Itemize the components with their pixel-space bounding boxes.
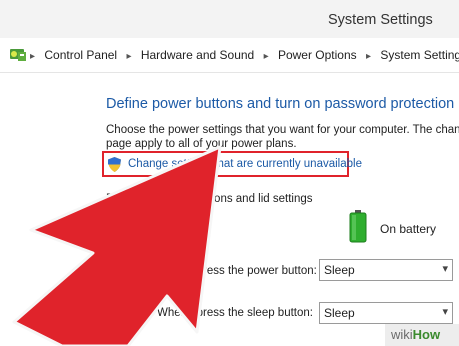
main-content: Define power buttons and turn on passwor… bbox=[0, 73, 459, 346]
change-settings-highlight: Change settings that are currently unava… bbox=[102, 151, 362, 177]
title-bar: System Settings bbox=[0, 0, 459, 38]
page-heading: Define power buttons and turn on passwor… bbox=[106, 96, 455, 112]
chevron-down-icon: ▾ bbox=[442, 306, 448, 318]
breadcrumb-system-settings[interactable]: System Settings bbox=[380, 48, 459, 62]
sleep-button-label: When I press the sleep button: bbox=[157, 307, 313, 319]
breadcrumb-power-options[interactable]: Power Options bbox=[278, 48, 357, 62]
breadcrumb-hardware-and-sound[interactable]: Hardware and Sound bbox=[141, 48, 254, 62]
breadcrumb-separator-icon: ▸ bbox=[126, 51, 132, 62]
description-line-2: page apply to all of your power plans. bbox=[106, 138, 297, 150]
sleep-button-icon bbox=[122, 307, 134, 321]
page-description: Choose the power settings that you want … bbox=[106, 123, 459, 151]
window-title: System Settings bbox=[328, 12, 433, 28]
breadcrumb: ▸ Control Panel ▸ Hardware and Sound ▸ P… bbox=[30, 48, 459, 62]
power-button-label: When I press the power button: bbox=[157, 265, 317, 277]
sleep-button-select[interactable]: Sleep ▾ bbox=[319, 302, 453, 324]
control-panel-icon bbox=[10, 49, 26, 61]
on-battery-label: On battery bbox=[380, 222, 437, 236]
section-label: Power and sleep buttons and lid settings bbox=[106, 193, 313, 205]
description-line-1: Choose the power settings that you want … bbox=[106, 124, 459, 136]
breadcrumb-separator-icon: ▸ bbox=[30, 51, 36, 62]
sleep-button-select-value: Sleep bbox=[324, 306, 355, 320]
wikihow-watermark: wikiHow bbox=[385, 324, 459, 346]
uac-shield-icon bbox=[108, 157, 121, 172]
breadcrumb-control-panel[interactable]: Control Panel bbox=[44, 48, 117, 62]
power-button-select-value: Sleep bbox=[324, 263, 355, 277]
watermark-how: How bbox=[412, 327, 441, 342]
breadcrumb-separator-icon: ▸ bbox=[263, 51, 269, 62]
address-bar[interactable]: ▸ Control Panel ▸ Hardware and Sound ▸ P… bbox=[0, 38, 459, 73]
power-button-select[interactable]: Sleep ▾ bbox=[319, 259, 453, 281]
breadcrumb-separator-icon: ▸ bbox=[366, 51, 372, 62]
change-settings-link[interactable]: Change settings that are currently unava… bbox=[128, 158, 362, 170]
battery-icon bbox=[349, 210, 367, 243]
chevron-down-icon: ▾ bbox=[442, 263, 448, 275]
watermark-wiki: wiki bbox=[391, 327, 413, 342]
